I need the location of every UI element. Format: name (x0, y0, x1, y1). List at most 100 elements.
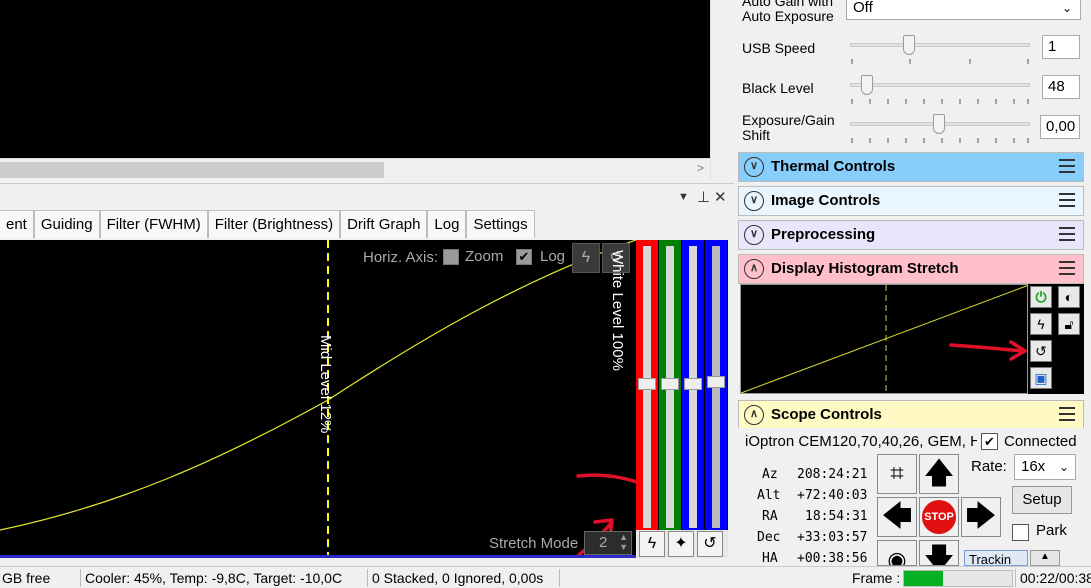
stretch-mode-stepper[interactable]: 2 ▲ ▼ (584, 531, 632, 555)
section-image-controls[interactable]: ∨ Image Controls (738, 186, 1084, 216)
az-value: 208:24:21 (797, 467, 868, 482)
black-level-label: Black Level (742, 80, 814, 96)
exposure-shift-field[interactable]: 0,00 (1040, 115, 1080, 139)
black-level-slider[interactable] (861, 75, 873, 95)
status-bar: GB free Cooler: 45%, Temp: -9,8C, Target… (0, 566, 1091, 588)
reset-icon[interactable]: ↺ (697, 531, 723, 557)
tab-log[interactable]: Log (427, 210, 467, 238)
stop-label: STOP (922, 500, 956, 534)
menu-icon[interactable] (1059, 227, 1075, 241)
chevron-up-icon[interactable]: ∧ (744, 405, 764, 425)
usb-speed-slider[interactable] (903, 35, 915, 55)
rate-select[interactable]: 16x ⌄ (1014, 454, 1076, 480)
panel-dropdown-icon[interactable]: ▼ (678, 191, 689, 203)
display-stretch-graph (740, 284, 1030, 395)
usb-speed-label: USB Speed (742, 40, 816, 56)
status-spacer (559, 569, 899, 587)
slider-thumb[interactable] (684, 378, 702, 390)
section-title: Preprocessing (771, 226, 876, 243)
connected-label: Connected (1004, 433, 1077, 450)
disk-free: GB free (2, 570, 51, 586)
rate-value: 16x (1021, 458, 1046, 475)
black-level-field[interactable]: 48 (1042, 75, 1080, 99)
horizontal-scrollbar[interactable]: > (0, 158, 710, 180)
spiral-search-icon[interactable]: ⌗ (877, 454, 917, 494)
display-histogram-plot[interactable] (740, 284, 1030, 395)
scroll-right-arrow-icon[interactable]: > (697, 161, 704, 175)
zoom-checkbox[interactable] (443, 249, 459, 265)
park-checkbox[interactable] (1012, 524, 1029, 541)
tab-drift-graph[interactable]: Drift Graph (340, 210, 428, 238)
tab-guiding[interactable]: Guiding (33, 210, 100, 238)
log-checkbox[interactable]: ✔ (516, 249, 532, 265)
exposure-shift-slider[interactable] (933, 114, 945, 134)
stepper-arrows-icon[interactable]: ▲ ▼ (619, 532, 628, 552)
menu-icon[interactable] (1059, 159, 1075, 173)
rate-label: Rate: (971, 458, 1007, 475)
tab-partial[interactable]: ent (0, 210, 34, 238)
black-level-track[interactable] (850, 83, 1030, 87)
connected-checkbox[interactable]: ✔ (981, 433, 998, 450)
vertical-scrollbar[interactable] (710, 0, 734, 180)
menu-icon[interactable] (1059, 193, 1075, 207)
slider-thumb[interactable] (707, 376, 725, 388)
luminance-channel-slider[interactable] (705, 240, 727, 530)
chevron-down-icon: ⌄ (1061, 1, 1072, 15)
tab-strip: ent Guiding Filter (FWHM) Filter (Bright… (0, 210, 535, 238)
green-channel-slider[interactable] (659, 240, 681, 530)
zoom-label: Zoom (465, 248, 504, 265)
blue-channel-slider[interactable] (682, 240, 704, 530)
close-icon[interactable]: ✕ (714, 188, 727, 206)
lightning-icon[interactable]: ϟ (639, 531, 665, 557)
log-label: Log (540, 248, 566, 265)
section-title: Scope Controls (771, 406, 882, 423)
reset-icon[interactable]: ↺ (1030, 340, 1052, 362)
auto-stretch-icon[interactable]: ϟ (572, 243, 600, 273)
pin-icon[interactable]: ⊥ (697, 188, 710, 206)
channel-sliders (636, 240, 728, 530)
section-scope-controls[interactable]: ∧ Scope Controls (738, 400, 1084, 430)
chevron-down-icon[interactable]: ∨ (744, 157, 764, 177)
setup-button[interactable]: Setup (1012, 486, 1072, 514)
section-display-histogram-stretch[interactable]: ∧ Display Histogram Stretch (738, 254, 1084, 284)
menu-icon[interactable] (1059, 407, 1075, 421)
time-status: 00:22/00:38 (1015, 569, 1091, 587)
panel-title-bar: ▼ ⊥ ✕ (0, 183, 734, 209)
menu-icon[interactable] (1059, 261, 1075, 275)
slider-thumb[interactable] (638, 378, 656, 390)
section-thermal-controls[interactable]: ∨ Thermal Controls (738, 152, 1084, 182)
chevron-down-icon[interactable]: ∨ (744, 191, 764, 211)
contrast-icon[interactable]: ◐ (1058, 286, 1080, 308)
stop-button[interactable]: STOP (919, 497, 959, 537)
chevron-down-icon[interactable]: ∨ (744, 225, 764, 245)
usb-speed-field[interactable]: 1 (1042, 35, 1080, 59)
arrow-down-icon[interactable]: 🡇 (919, 540, 959, 566)
star-icon[interactable]: ✦ (668, 531, 694, 557)
arrow-right-icon[interactable]: 🡆 (961, 497, 1001, 537)
ha-value: +00:38:56 (797, 551, 868, 566)
lightning-icon[interactable]: ϟ (1030, 313, 1052, 335)
histogram-plot[interactable]: Horiz. Axis: Zoom ✔ Log ϟ ↺ Mid Level 12… (0, 240, 636, 558)
usb-speed-track[interactable] (850, 43, 1030, 47)
section-preprocessing[interactable]: ∨ Preprocessing (738, 220, 1084, 250)
horiz-axis-label: Horiz. Axis: (363, 249, 439, 266)
tab-filter-brightness[interactable]: Filter (Brightness) (207, 210, 341, 238)
image-viewport[interactable] (0, 0, 710, 158)
tab-settings[interactable]: Settings (466, 210, 535, 238)
target-icon[interactable]: ◉ (877, 540, 917, 566)
red-channel-slider[interactable] (636, 240, 658, 530)
slider-thumb[interactable] (661, 378, 679, 390)
save-icon[interactable]: ▣ (1030, 367, 1052, 389)
tab-filter-fwhm[interactable]: Filter (FWHM) (99, 210, 208, 238)
auto-gain-select[interactable]: Off ⌄ (846, 0, 1081, 20)
chevron-up-icon[interactable]: ∧ (744, 259, 764, 279)
arrow-left-icon[interactable]: 🡄 (877, 497, 917, 537)
tracking-rate-icon[interactable]: ▲ (1030, 550, 1060, 566)
ha-label: HA (762, 551, 778, 566)
scrollbar-thumb[interactable] (0, 162, 384, 178)
tracking-button[interactable]: Trackin (964, 550, 1028, 566)
stretch-mode-value: 2 (599, 534, 608, 551)
arrow-up-icon[interactable]: 🡅 (919, 454, 959, 494)
power-icon[interactable]: ⏻ (1030, 286, 1052, 308)
lock-icon[interactable]: 🔓︎ (1058, 313, 1080, 335)
